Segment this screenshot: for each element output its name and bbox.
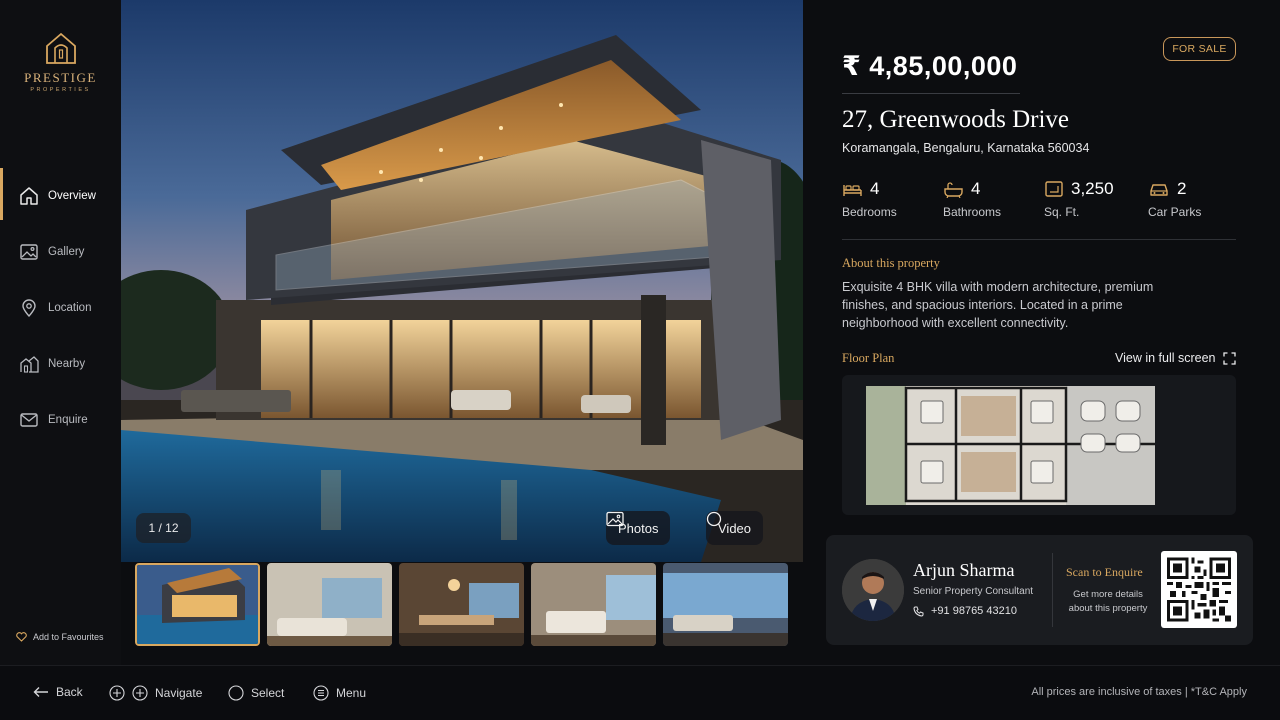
- dpad-icon: [132, 685, 148, 701]
- agent-name: Arjun Sharma: [913, 560, 1015, 580]
- bed-icon: [843, 184, 862, 196]
- select-button-icon: [228, 685, 244, 701]
- photo-counter: 1 / 12: [136, 513, 191, 543]
- villa-photo: [121, 0, 803, 562]
- sidebar-item-location[interactable]: Location: [0, 280, 121, 336]
- qr-code[interactable]: [1161, 551, 1237, 628]
- sidebar-item-label: Overview: [48, 190, 96, 202]
- brand-sub: PROPERTIES: [30, 87, 91, 93]
- video-button[interactable]: Video: [706, 511, 764, 545]
- bathtub-icon: [944, 181, 963, 198]
- floor-plan-image: [866, 386, 1155, 505]
- sidebar-item-overview[interactable]: Overview: [0, 168, 121, 224]
- sidebar-item-label: Nearby: [48, 358, 86, 370]
- brand-logo: PRESTIGE PROPERTIES: [0, 30, 121, 93]
- hero-photo[interactable]: 1 / 12 Photos Video: [121, 0, 803, 562]
- agent-role: Senior Property Consultant: [913, 586, 1034, 597]
- select-hint: Select: [228, 685, 284, 701]
- brand-name: PRESTIGE: [24, 70, 97, 85]
- spec-car-parks: 2 Car Parks: [1148, 179, 1201, 219]
- add-to-favourites-button[interactable]: Add to Favourites: [16, 632, 104, 642]
- sidebar-item-nearby[interactable]: Nearby: [0, 336, 121, 392]
- favourites-label: Add to Favourites: [33, 632, 104, 642]
- thumbnail-living-room[interactable]: [267, 563, 392, 646]
- spec-value: 4: [971, 179, 981, 198]
- back-hint[interactable]: Back: [33, 685, 83, 699]
- navigate-label: Navigate: [155, 686, 203, 700]
- spec-label: Car Parks: [1148, 205, 1202, 219]
- back-label: Back: [56, 685, 83, 699]
- video-label: Video: [718, 520, 752, 536]
- phone-icon: [913, 606, 924, 617]
- spec-label: Sq. Ft.: [1044, 205, 1080, 219]
- video-icon: [706, 511, 722, 527]
- phone-number: +91 98765 43210: [931, 605, 1017, 617]
- thumbnail-lounge[interactable]: [663, 563, 788, 646]
- sidebar-item-label: Gallery: [48, 246, 85, 258]
- mail-icon: [19, 410, 39, 430]
- sidebar: PRESTIGE PROPERTIES Overview Gallery Loc…: [0, 0, 121, 665]
- listing-address: 27, Greenwoods Drive: [842, 106, 1070, 133]
- sidebar-item-label: Enquire: [48, 414, 88, 426]
- card-divider: [1052, 553, 1053, 627]
- spec-area: 3,250 Sq. Ft.: [1044, 179, 1114, 219]
- area-icon: [1045, 181, 1063, 197]
- legal-disclaimer: All prices are inclusive of taxes | *T&C…: [1031, 686, 1247, 698]
- menu-icon: [313, 685, 329, 701]
- thumbnail-strip: [135, 563, 788, 646]
- map-pin-icon: [19, 298, 39, 318]
- scan-title: Scan to Enquire: [1066, 565, 1143, 579]
- floor-plan-panel[interactable]: [842, 375, 1236, 515]
- price-underline: [842, 93, 1020, 94]
- agent-phone[interactable]: +91 98765 43210: [913, 605, 1017, 617]
- view-fullscreen-button[interactable]: View in full screen: [1115, 351, 1236, 365]
- select-label: Select: [251, 686, 285, 700]
- spec-value: 3,250: [1071, 179, 1114, 198]
- about-text: Exquisite 4 BHK villa with modern archit…: [842, 280, 1154, 330]
- listing-price: ₹ 4,85,00,000: [842, 51, 1018, 81]
- agent-card: Arjun Sharma Senior Property Consultant …: [826, 535, 1253, 645]
- photos-label: Photos: [618, 520, 659, 536]
- fullscreen-label: View in full screen: [1115, 351, 1216, 365]
- dpad-icon: [109, 685, 125, 701]
- car-icon: [1150, 183, 1168, 196]
- thumbnail-exterior[interactable]: [135, 563, 260, 646]
- home-icon: [19, 186, 39, 206]
- arrow-left-icon: [33, 687, 48, 697]
- image-icon: [19, 242, 39, 262]
- spec-bathrooms: 4 Bathrooms: [943, 179, 1001, 219]
- sidebar-item-gallery[interactable]: Gallery: [0, 224, 121, 280]
- building-icon: [19, 354, 39, 374]
- spec-value: 4: [870, 179, 880, 198]
- avatar: [842, 559, 904, 621]
- bottom-hint-bar: Back Navigate Select Menu All prices are…: [0, 665, 1280, 720]
- menu-hint: Menu: [313, 685, 366, 701]
- photos-button[interactable]: Photos: [606, 511, 671, 545]
- status-badge: FOR SALE: [1163, 37, 1236, 61]
- sidebar-nav: Overview Gallery Location Nearby Enquire: [0, 168, 121, 448]
- house-logo-icon: [45, 32, 76, 64]
- spec-label: Bedrooms: [842, 205, 897, 219]
- specs-divider: [842, 239, 1236, 240]
- sidebar-item-label: Location: [48, 302, 92, 314]
- thumbnail-bedroom[interactable]: [531, 563, 656, 646]
- heart-icon: [16, 632, 27, 642]
- expand-icon: [1222, 351, 1236, 365]
- listing-locality: Koramangala, Bengaluru, Karnataka 560034: [842, 141, 1090, 155]
- spec-label: Bathrooms: [943, 205, 1002, 219]
- menu-label: Menu: [336, 686, 367, 700]
- scan-subtitle: Get more details about this property: [1068, 589, 1148, 614]
- property-specs: 4 Bedrooms 4 Bathrooms 3,250 Sq. Ft. 2 C…: [842, 179, 1236, 219]
- about-title: About this property: [842, 256, 940, 270]
- spec-bedrooms: 4 Bedrooms: [842, 179, 897, 219]
- floor-plan-title: Floor Plan: [842, 351, 895, 365]
- thumbnail-dining[interactable]: [399, 563, 524, 646]
- spec-value: 2: [1177, 179, 1187, 198]
- sidebar-item-enquire[interactable]: Enquire: [0, 392, 121, 448]
- navigate-hint: Navigate: [109, 685, 202, 701]
- image-icon: [606, 511, 624, 527]
